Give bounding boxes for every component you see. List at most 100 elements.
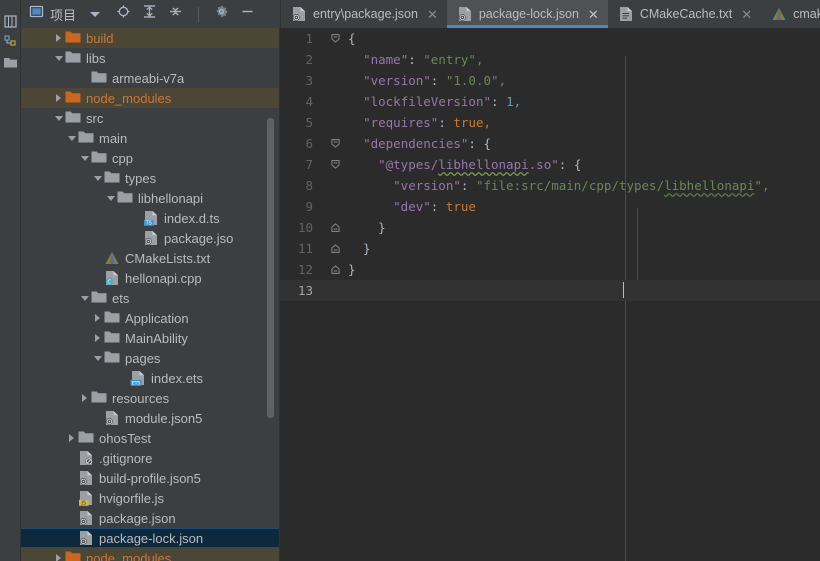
tree-item-hvigorfile-js[interactable]: JS hvigorfile.js [21,488,280,508]
tree-item-hellonapi-cpp[interactable]: Chellonapi.cpp [21,268,280,288]
editor-tab-bar: entry\package.json ✕ package-lock.json ✕ CMa… [280,0,820,28]
fold-toggle-icon[interactable] [322,244,348,253]
tree-item-index-ets[interactable]: ETS index.ets [21,368,280,388]
tree-item-armeabi-v7a[interactable]: armeabi-v7a [21,68,280,88]
tree-item-libs[interactable]: libs [21,48,280,68]
code-line[interactable]: 6 "dependencies": { [280,133,820,154]
code-lines: 1{2 "name": "entry", 3 "version": "1.0.0"… [280,28,820,301]
tree-item-pages[interactable]: pages [21,348,280,368]
chevron-right-icon[interactable] [52,32,65,45]
editor-tab-cmakecache-txt[interactable]: CMakeCache.txt ✕ [608,0,761,28]
folder-icon [104,170,120,186]
collapse-all-button[interactable] [168,4,183,24]
tree-item-ets[interactable]: ets [21,288,280,308]
close-icon[interactable]: ✕ [588,8,599,21]
code-text: "name": "entry", [363,52,484,67]
tree-item-node-modules[interactable]: node_modules [21,548,280,561]
close-icon[interactable]: ✕ [427,8,438,21]
tree-item-ohostest[interactable]: ohosTest [21,428,280,448]
fold-toggle-icon[interactable] [322,265,348,274]
chevron-down-icon[interactable] [91,352,104,365]
tree-item-module-json5[interactable]: module.json5 [21,408,280,428]
code-line[interactable]: 13 [280,280,820,301]
project-tool-window-icon[interactable] [3,14,18,29]
chevron-right-icon[interactable] [78,392,91,405]
chevron-down-icon[interactable] [65,132,78,145]
fold-toggle-icon[interactable] [322,139,348,148]
folder-tool-window-icon[interactable] [3,56,18,71]
editor-tab-package-lock-json[interactable]: package-lock.json ✕ [446,0,608,28]
folder-icon [65,50,81,66]
chevron-right-icon[interactable] [65,432,78,445]
chevron-down-icon[interactable] [52,52,65,65]
tree-item-types[interactable]: types [21,168,280,188]
tree-item-package-lock-json[interactable]: package-lock.json [21,528,280,548]
folder-icon [104,330,120,346]
tree-item-mainability[interactable]: MainAbility [21,328,280,348]
code-line[interactable]: 11 } [280,238,820,259]
tree-item-build[interactable]: build [21,28,280,48]
tree-item-index-d-ts[interactable]: TS index.d.ts [21,208,280,228]
editor-tab-cmake-ins[interactable]: cmake_ins [761,0,820,28]
chevron-down-icon[interactable] [52,112,65,125]
toolbar-divider [198,6,200,22]
code-line[interactable]: 10 } [280,217,820,238]
select-opened-file-button[interactable] [116,4,131,24]
chevron-right-icon[interactable] [91,332,104,345]
tree-item-cmakelists-txt[interactable]: CMakeLists.txt [21,248,280,268]
code-line[interactable]: 1{ [280,28,820,49]
settings-button[interactable] [214,4,229,24]
tree-item-label: main [99,130,128,146]
code-line[interactable]: 9 "dev": true [280,196,820,217]
tree-item-label: pages [125,350,161,366]
tree-item-package-json[interactable]: package.json [21,508,280,528]
fold-toggle-icon[interactable] [322,223,348,232]
tree-item-resources[interactable]: resources [21,388,280,408]
code-editor[interactable]: 1{2 "name": "entry", 3 "version": "1.0.0"… [280,28,820,561]
code-line[interactable]: 2 "name": "entry", [280,49,820,70]
chevron-right-icon[interactable] [52,92,65,105]
hide-panel-button[interactable] [240,4,255,24]
tree-item-build-profile-json5[interactable]: build-profile.json5 [21,468,280,488]
folder-icon [91,290,107,306]
project-title-group[interactable]: 项目 [29,4,101,24]
code-line[interactable]: 3 "version": "1.0.0", [280,70,820,91]
project-tree-scrollbar[interactable] [267,118,274,418]
chevron-down-icon[interactable] [78,292,91,305]
tree-item-application[interactable]: Application [21,308,280,328]
folder-icon [65,110,81,126]
close-icon[interactable]: ✕ [741,8,752,21]
tree-item-label: package.jso [164,230,234,246]
line-number: 5 [305,115,313,130]
tree-item-label: cpp [112,150,133,166]
tree-item-libhellonapi[interactable]: libhellonapi [21,188,280,208]
line-number: 11 [297,241,313,256]
tree-item-cpp[interactable]: cpp [21,148,280,168]
chevron-down-icon[interactable] [104,192,117,205]
chevron-down-icon[interactable] [91,172,104,185]
tree-item--gitignore[interactable]: .gitignore [21,448,280,468]
code-line[interactable]: 7 "@types/libhellonapi.so": { [280,154,820,175]
code-line[interactable]: 4 "lockfileVersion": 1, [280,91,820,112]
code-line[interactable]: 5 "requires": true, [280,112,820,133]
code-line[interactable]: 8 "version": "file:src/main/cpp/types/li… [280,175,820,196]
chevron-right-icon[interactable] [52,552,65,561]
tree-item-src[interactable]: src [21,108,280,128]
chevron-down-icon[interactable] [90,11,101,17]
expand-all-button[interactable] [142,4,157,24]
tree-item-label: armeabi-v7a [112,70,185,86]
chevron-down-icon[interactable] [78,152,91,165]
code-line[interactable]: 12} [280,259,820,280]
structure-tool-window-icon[interactable] [3,33,18,48]
fold-toggle-icon[interactable] [322,34,348,43]
tree-item-node-modules[interactable]: node_modules [21,88,280,108]
tree-item-package-jso[interactable]: package.jso [21,228,280,248]
editor-tab-entry-package-json[interactable]: entry\package.json ✕ [281,0,447,28]
chevron-right-icon[interactable] [91,312,104,325]
tree-item-main[interactable]: main [21,128,280,148]
fold-toggle-icon[interactable] [322,160,348,169]
